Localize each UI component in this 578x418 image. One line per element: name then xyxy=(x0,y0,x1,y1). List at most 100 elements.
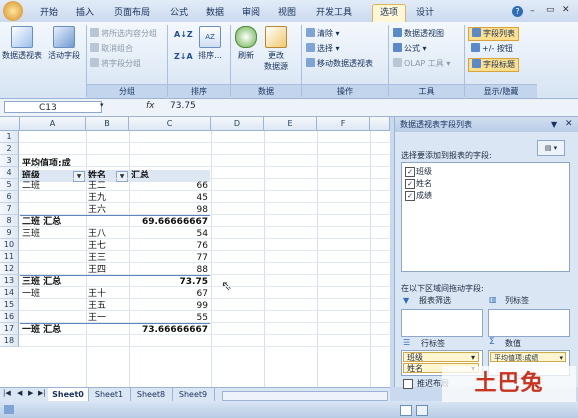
pane-dropdown-icon[interactable]: ▼ xyxy=(551,117,557,132)
row-header-2[interactable]: 2 xyxy=(0,143,19,155)
column-header-a[interactable]: A xyxy=(20,117,86,131)
field-headers-button[interactable]: 字段标题 xyxy=(468,58,519,72)
field-checkbox-name[interactable]: ✓ xyxy=(405,179,415,189)
pivot-table-icon xyxy=(11,26,33,48)
column-header-b[interactable]: B xyxy=(86,117,129,131)
sheet-tab-sheet1[interactable]: Sheet1 xyxy=(88,388,131,401)
view-normal-icon[interactable] xyxy=(400,405,412,416)
column-header-e[interactable]: E xyxy=(264,117,317,131)
class-filter-dropdown-icon[interactable]: ▼ xyxy=(73,171,85,182)
watermark-logo: 土巴兔 xyxy=(442,366,576,402)
ungroup-button[interactable]: 取消组合 xyxy=(90,43,133,55)
row-chip-class[interactable]: 班级 ▾ xyxy=(403,352,479,362)
row-header-18[interactable]: 18 xyxy=(0,335,19,347)
tab-options[interactable]: 选项 xyxy=(372,4,406,22)
row-header-15[interactable]: 15 xyxy=(0,299,19,311)
sheet-nav-prev-icon[interactable]: ◀ xyxy=(17,389,22,397)
tab-design[interactable]: 设计 xyxy=(412,5,438,22)
column-header-f[interactable]: F xyxy=(317,117,370,131)
active-field-button[interactable]: 活动字段 xyxy=(44,26,84,61)
defer-layout-checkbox[interactable] xyxy=(403,379,413,389)
row-header-10[interactable]: 10 xyxy=(0,239,19,251)
report-filter-area[interactable] xyxy=(401,309,483,337)
select-button[interactable]: 选择 ▾ xyxy=(306,43,340,55)
clear-button[interactable]: 清除 ▾ xyxy=(306,28,340,40)
refresh-icon xyxy=(235,26,257,48)
tab-review[interactable]: 审阅 xyxy=(238,5,264,22)
help-icon[interactable]: ? xyxy=(512,6,523,17)
column-header-partial[interactable] xyxy=(370,117,390,131)
field-list-button[interactable]: 字段列表 xyxy=(468,27,519,41)
sheet-nav-last-icon[interactable]: ▶| xyxy=(38,389,46,397)
tab-page-layout[interactable]: 页面布局 xyxy=(108,5,156,22)
grid-line xyxy=(19,298,390,299)
name-filter-dropdown-icon[interactable]: ▼ xyxy=(116,171,128,182)
value-chip-avg-score[interactable]: 平均值项:成绩 ▾ xyxy=(490,352,566,362)
tab-formulas[interactable]: 公式 xyxy=(166,5,192,22)
office-button[interactable] xyxy=(3,1,23,21)
name-box-dropdown-icon[interactable]: ▾ xyxy=(100,101,104,109)
fx-icon[interactable]: fx xyxy=(146,101,155,111)
group-field-button[interactable]: 将字段分组 xyxy=(90,58,141,70)
row-header-17[interactable]: 17 xyxy=(0,323,19,335)
grid-line xyxy=(19,310,390,311)
plus-minus-label: +/- 按钮 xyxy=(482,44,513,53)
row-header-4[interactable]: 4 xyxy=(0,167,19,179)
row-header-6[interactable]: 6 xyxy=(0,191,19,203)
grid-line xyxy=(264,131,265,387)
field-checkbox-score[interactable]: ✓ xyxy=(405,191,415,201)
sheet-nav-next-icon[interactable]: ▶ xyxy=(28,389,33,397)
row-header-8[interactable]: 8 xyxy=(0,215,19,227)
tab-home[interactable]: 开始 xyxy=(36,5,62,22)
view-page-layout-icon[interactable] xyxy=(416,405,428,416)
change-source-button[interactable]: 更改 数据源 xyxy=(256,26,296,72)
pane-close-icon[interactable]: ✕ xyxy=(565,117,573,132)
worksheet-grid[interactable]: A B C D E F 1 2 3 4 5 6 7 8 9 10 11 12 13 14 15 16 17 18 … xyxy=(0,117,390,387)
close-icon[interactable]: ✕ xyxy=(562,5,570,15)
sheet-tab-sheet9[interactable]: Sheet9 xyxy=(172,388,215,401)
sheet-tab-sheet0[interactable]: Sheet0 xyxy=(48,388,89,401)
row-header-7[interactable]: 7 xyxy=(0,203,19,215)
olap-button[interactable]: OLAP 工具 ▾ xyxy=(393,58,450,70)
row-header-1[interactable]: 1 xyxy=(0,131,19,143)
layout-options-button[interactable]: ▤ ▾ xyxy=(537,140,565,156)
minimize-icon[interactable]: – xyxy=(530,6,535,16)
row-header-12[interactable]: 12 xyxy=(0,263,19,275)
grid-line xyxy=(19,286,390,287)
column-header-c[interactable]: C xyxy=(129,117,211,131)
column-header-d[interactable]: D xyxy=(211,117,264,131)
column-labels-icon: ▥ xyxy=(489,295,497,304)
sheet-nav-first-icon[interactable]: |◀ xyxy=(3,389,11,397)
sort-button[interactable]: AZ 排序... xyxy=(190,26,230,61)
tab-view[interactable]: 视图 xyxy=(274,5,300,22)
row-header-14[interactable]: 14 xyxy=(0,287,19,299)
row-header-16[interactable]: 16 xyxy=(0,311,19,323)
sort-group-label: 排序 xyxy=(168,84,230,98)
field-checkbox-class[interactable]: ✓ xyxy=(405,167,415,177)
value-chip-label: 平均值项:成绩 xyxy=(494,354,539,362)
group-selection-button[interactable]: 将所选内容分组 xyxy=(90,28,157,40)
sort-label: 排序... xyxy=(198,51,222,60)
row-header-5[interactable]: 5 xyxy=(0,179,19,191)
horizontal-scrollbar[interactable] xyxy=(222,391,388,401)
name-box[interactable]: C13 xyxy=(4,101,102,113)
grid-line xyxy=(19,346,390,347)
select-all-corner[interactable] xyxy=(0,117,20,131)
pivot-chart-button[interactable]: 数据透视图 xyxy=(393,28,444,40)
pivot-table-button[interactable]: 数据透视表 xyxy=(2,26,42,61)
row-header-3[interactable]: 3 xyxy=(0,155,19,167)
move-pivot-button[interactable]: 移动数据透视表 xyxy=(306,58,373,70)
formula-input[interactable]: 73.75 xyxy=(170,101,196,111)
tab-data[interactable]: 数据 xyxy=(202,5,228,22)
tab-developer[interactable]: 开发工具 xyxy=(310,5,358,22)
plus-minus-button[interactable]: +/- 按钮 xyxy=(468,43,516,55)
sheet-tab-sheet8[interactable]: Sheet8 xyxy=(130,388,173,401)
tab-insert[interactable]: 插入 xyxy=(72,5,98,22)
restore-icon[interactable]: ▭ xyxy=(546,5,555,15)
row-header-11[interactable]: 11 xyxy=(0,251,19,263)
row-header-9[interactable]: 9 xyxy=(0,227,19,239)
row-header-13[interactable]: 13 xyxy=(0,275,19,287)
field-list-box: ✓ 班级 ✓ 姓名 ✓ 成绩 xyxy=(401,162,570,272)
formulas-button[interactable]: 公式 ▾ xyxy=(393,43,427,55)
column-labels-area[interactable] xyxy=(488,309,570,337)
